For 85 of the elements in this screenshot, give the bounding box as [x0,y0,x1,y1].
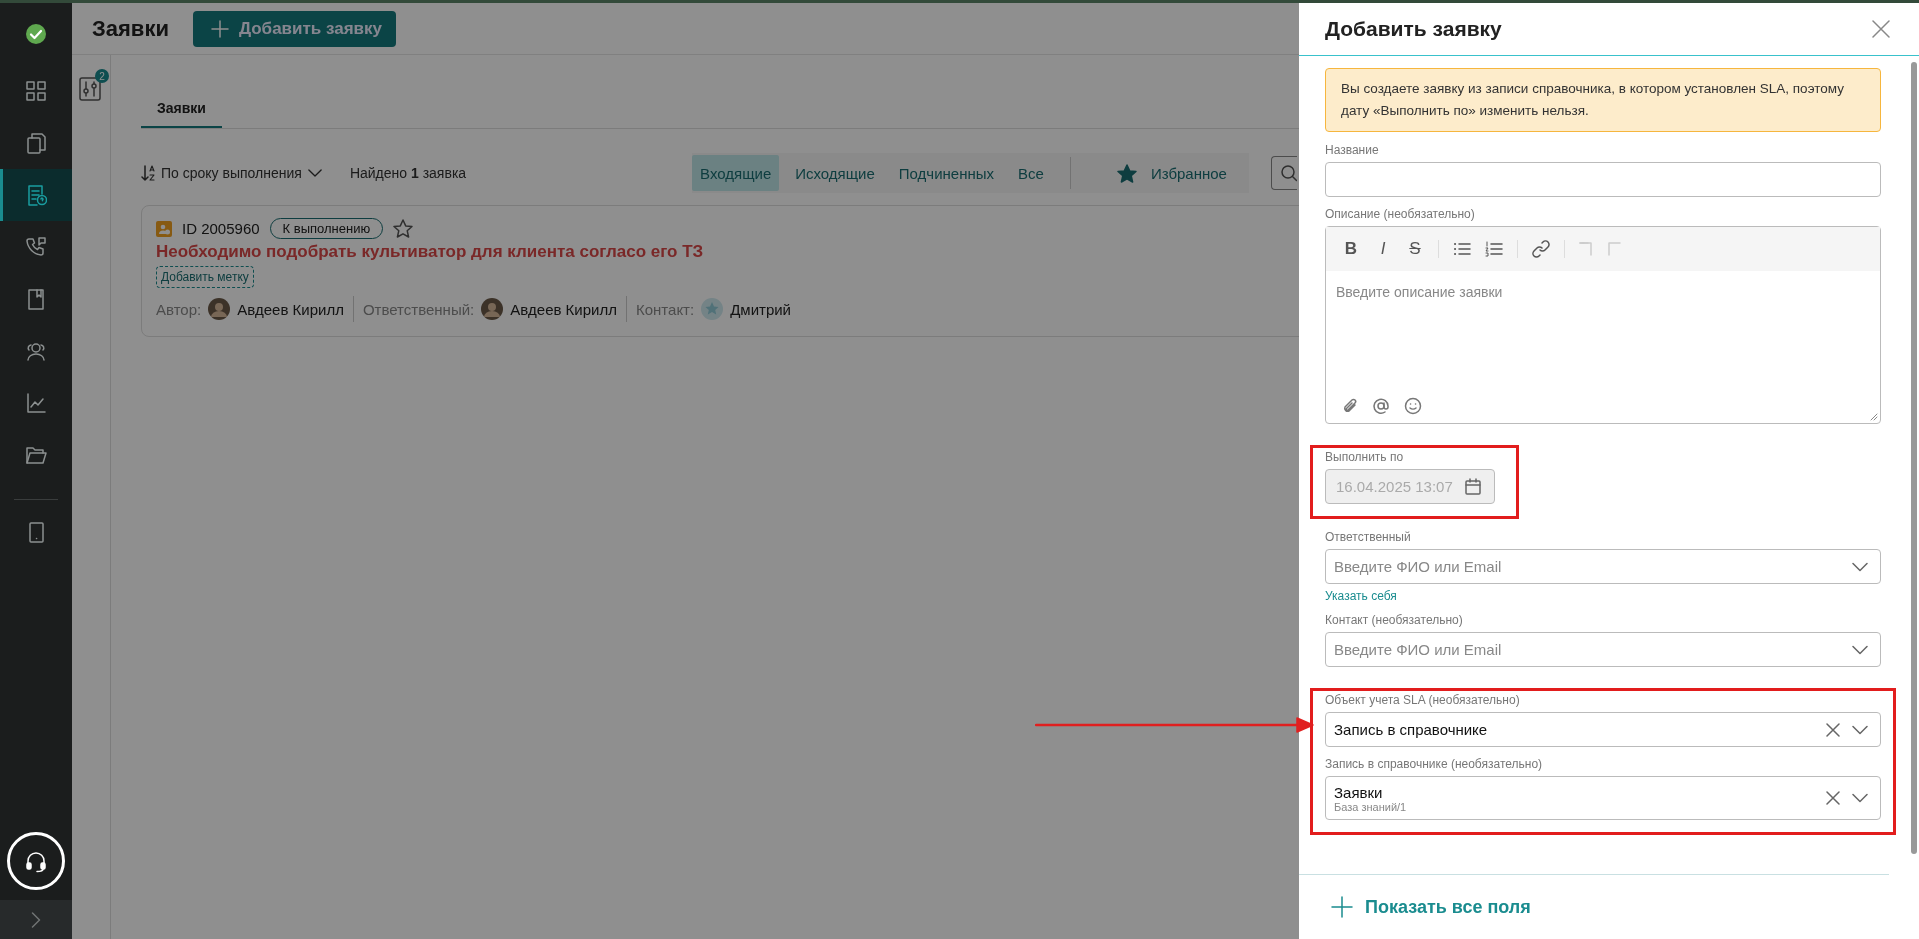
person-name[interactable]: Авдеев Кирилл [237,300,344,318]
description-editor[interactable]: B I S Введите описание заявки [1325,226,1881,424]
select-field[interactable]: Введите ФИО или Email [1325,632,1881,667]
request-title[interactable]: Необходимо подобрать культиватор для клиента согласо его ТЗ [156,242,704,262]
chevron-down-icon [1852,793,1868,803]
panel-title: Добавить заявку [1325,17,1502,41]
filter-tab[interactable]: Все [1010,155,1052,191]
sort-icon [141,164,155,182]
show-all-fields-button[interactable]: Показать все поля [1325,895,1537,919]
assign-self-link[interactable]: Указать себя [1325,589,1881,603]
field-label: Объект учета SLA (необязательно) [1325,693,1521,707]
chevron-down-icon [1852,561,1868,572]
field-label: Выполнить по [1325,450,1405,464]
name-input[interactable] [1325,162,1881,197]
select-field[interactable]: Запись в справочнике [1325,712,1881,747]
clipboard-icon [25,132,47,154]
avatar-icon [481,298,504,320]
format-button[interactable]: I [1374,239,1392,259]
plus-icon [1331,896,1353,918]
count-badge: 2 [95,69,109,83]
star-icon[interactable] [393,219,414,238]
chevron-down-icon [307,168,322,178]
chevron-right-icon [31,911,41,928]
sidebar-item[interactable] [0,169,72,221]
scrollbar[interactable] [1911,62,1917,854]
avatar-icon [208,298,231,320]
calendar-icon [1464,477,1482,496]
add-request-button[interactable]: Добавить заявку [192,10,396,47]
meta-label: Автор: [156,300,202,318]
search-icon [1279,164,1297,182]
document-question-icon [25,184,47,206]
page-title: Заявки [92,15,169,42]
support-button[interactable] [7,832,65,890]
field-label: Описание (необязательно) [1325,207,1476,221]
warning-message: Вы создаете заявку из записи справочника, в котором установлен SLA, поэтому дату «Выполнить по» изменить нельзя. [1325,68,1881,132]
filter-tab[interactable]: Входящие [692,155,780,191]
headset-icon [24,849,48,873]
field-label: Ответственный [1325,530,1412,544]
at-icon[interactable] [1372,397,1390,415]
filter-tab[interactable]: Подчиненных [890,155,1003,191]
numbered-list-icon[interactable] [1485,241,1503,257]
meta-label: Контакт: [635,300,695,318]
sort-dropdown[interactable]: По сроку выполнения [141,164,322,182]
option-path: База знаний/1 [1334,800,1408,813]
editor-placeholder: Введите описание заявки [1335,283,1504,302]
search-field[interactable] [1270,156,1297,190]
filter-tab[interactable]: Исходящие [787,155,883,191]
add-tag-button[interactable]: Добавить метку [156,266,254,288]
flower-avatar-icon [701,298,724,320]
people-icon [25,340,47,362]
select-field[interactable]: Введите ФИО или Email [1325,549,1881,584]
person-name[interactable]: Дмитрий [730,300,791,318]
sliders-icon [79,77,101,101]
smiley-icon[interactable] [1404,397,1422,415]
book-icon [25,288,47,310]
paperclip-icon[interactable] [1342,397,1358,415]
phone-icon [25,236,47,258]
select-field[interactable]: Заявки База знаний/1 [1325,776,1881,820]
plus-icon [210,19,229,38]
star-icon [1116,163,1137,183]
meta-label: Ответственный: [362,300,475,318]
request-type-icon [156,220,172,237]
field-label: Название [1325,143,1380,157]
check-logo-icon[interactable] [25,23,47,45]
format-button[interactable]: B [1342,239,1360,259]
chevron-down-icon [1852,644,1868,655]
favorites-tab[interactable]: Избранное [1108,155,1241,191]
grid-icon [25,80,47,102]
link-icon[interactable] [1532,240,1550,258]
folder-icon [25,444,47,466]
resize-handle-icon[interactable] [1870,413,1878,421]
field-label: Контакт (необязательно) [1325,613,1464,627]
close-icon[interactable] [1872,20,1890,38]
filter-button[interactable]: 2 [77,69,109,101]
tab[interactable]: Заявки [141,95,222,128]
results-count: Найдено 1 заявка [349,165,467,181]
field-label: Запись в справочнике (необязательно) [1325,757,1544,771]
format-button[interactable]: S [1406,239,1424,259]
bullet-list-icon[interactable] [1453,241,1471,257]
chart-icon [25,392,47,414]
person-name[interactable]: Авдеев Кирилл [510,300,617,318]
clear-icon[interactable] [1826,791,1840,805]
chevron-down-icon [1852,724,1868,735]
clear-icon[interactable] [1826,722,1840,737]
request-id: ID 2005960 [182,220,260,237]
